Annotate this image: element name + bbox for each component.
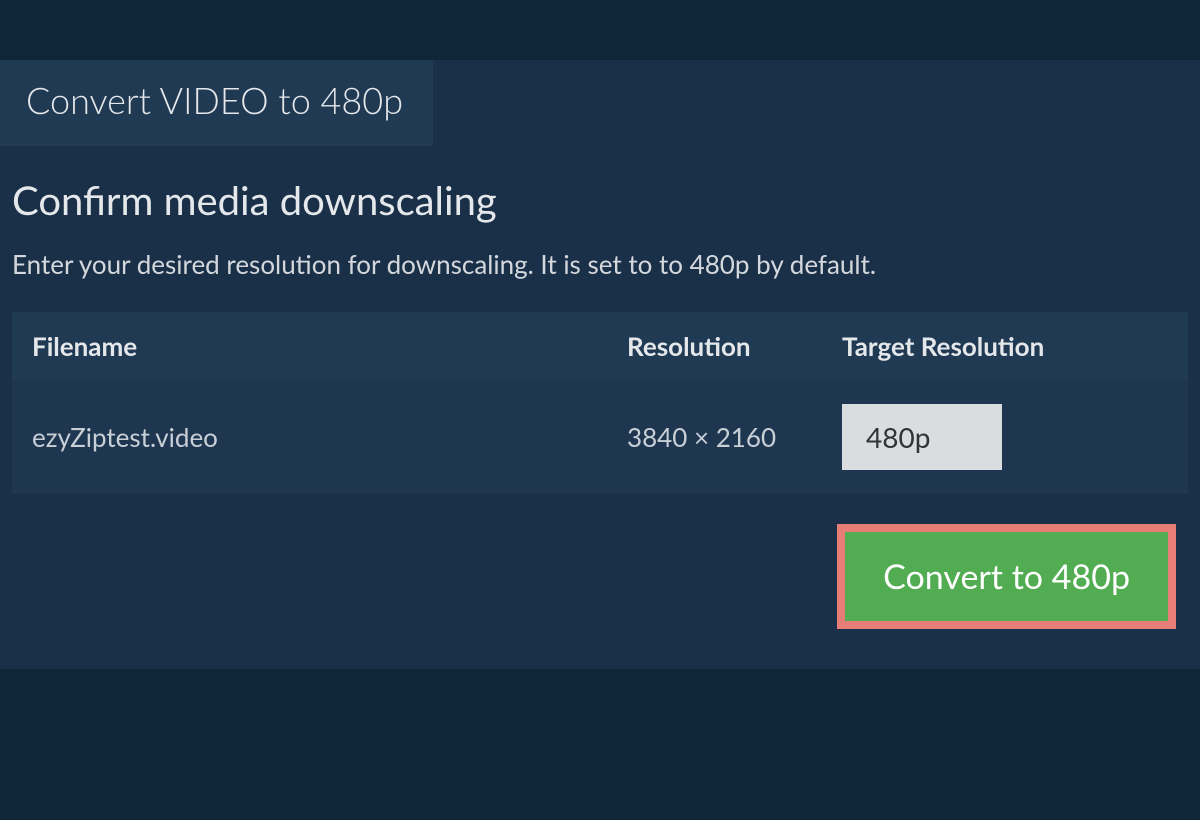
- page-title: Confirm media downscaling: [12, 176, 1188, 224]
- tab-label: Convert VIDEO to 480p: [26, 78, 403, 122]
- files-table: Filename Resolution Target Resolution ez…: [12, 312, 1188, 494]
- actions-area: Convert to 480p: [12, 494, 1188, 629]
- header-resolution: Resolution: [627, 330, 842, 362]
- page-subtitle: Enter your desired resolution for downsc…: [12, 248, 1188, 280]
- cell-target: [842, 404, 1168, 470]
- cell-resolution: 3840 × 2160: [627, 421, 842, 453]
- header-filename: Filename: [32, 330, 627, 362]
- table-row: ezyZiptest.video 3840 × 2160: [12, 380, 1188, 494]
- tab-convert-video[interactable]: Convert VIDEO to 480p: [0, 60, 433, 146]
- header-target: Target Resolution: [842, 330, 1168, 362]
- target-resolution-input[interactable]: [842, 404, 1002, 470]
- cell-filename: ezyZiptest.video: [32, 421, 627, 453]
- main-panel: Convert VIDEO to 480p Confirm media down…: [0, 60, 1200, 669]
- content-area: Confirm media downscaling Enter your des…: [0, 146, 1200, 629]
- convert-button[interactable]: Convert to 480p: [837, 524, 1176, 629]
- table-header-row: Filename Resolution Target Resolution: [12, 312, 1188, 380]
